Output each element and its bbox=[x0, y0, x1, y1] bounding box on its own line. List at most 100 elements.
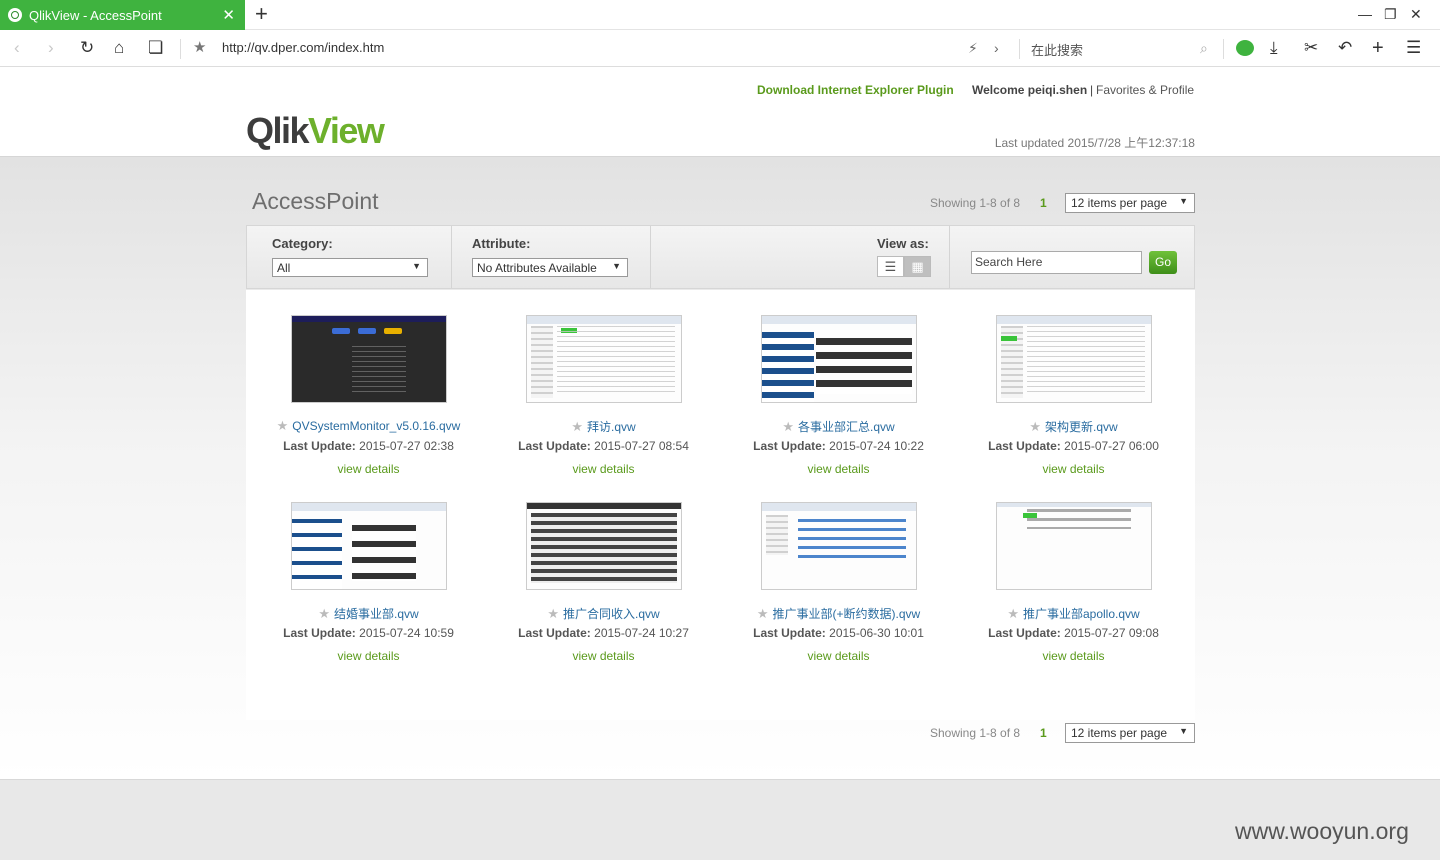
page-number[interactable]: 1 bbox=[1040, 196, 1047, 210]
document-name-link[interactable]: ★ 结婚事业部.qvw bbox=[251, 605, 486, 622]
attribute-select[interactable]: No Attributes Available ▼ bbox=[472, 258, 628, 277]
header-separator: | bbox=[1090, 83, 1094, 97]
document-tile[interactable]: ★ QVSystemMonitor_v5.0.16.qvw Last Update… bbox=[251, 290, 486, 477]
flash-icon[interactable]: ⚡ bbox=[968, 38, 978, 58]
attribute-label: Attribute: bbox=[472, 236, 531, 251]
page-footer: www.wooyun.org bbox=[0, 779, 1440, 860]
view-details-link[interactable]: view details bbox=[251, 649, 486, 663]
tab-close-icon[interactable]: ✕ bbox=[222, 6, 235, 24]
bookmark-star-icon[interactable]: ★ bbox=[193, 38, 206, 58]
view-details-link[interactable]: view details bbox=[486, 462, 721, 476]
last-update: Last Update: 2015-06-30 10:01 bbox=[753, 626, 924, 640]
document-name-link[interactable]: ★ 架构更新.qvw bbox=[956, 418, 1191, 435]
favorite-star-icon[interactable]: ★ bbox=[1029, 419, 1041, 434]
add-icon[interactable]: + bbox=[1372, 38, 1384, 58]
showing-count-bottom: Showing 1-8 of 8 bbox=[930, 726, 1021, 740]
reload-icon[interactable]: ↻ bbox=[80, 38, 94, 58]
last-update: Last Update: 2015-07-24 10:22 bbox=[753, 439, 924, 453]
favorite-star-icon[interactable]: ★ bbox=[782, 419, 794, 434]
divider bbox=[1019, 39, 1020, 59]
forward-icon[interactable]: › bbox=[48, 38, 54, 58]
watermark: www.wooyun.org bbox=[1235, 818, 1409, 844]
divider bbox=[1223, 39, 1224, 59]
view-details-link[interactable]: view details bbox=[721, 649, 956, 663]
document-name-link[interactable]: ★ 推广合同收入.qvw bbox=[486, 605, 721, 622]
chevron-right-icon[interactable]: › bbox=[994, 38, 999, 58]
document-thumbnail[interactable] bbox=[761, 502, 917, 590]
last-update: Last Update: 2015-07-27 08:54 bbox=[518, 439, 689, 453]
document-thumbnail[interactable] bbox=[291, 315, 447, 403]
back-icon[interactable]: ‹ bbox=[14, 38, 20, 58]
page-number-bottom[interactable]: 1 bbox=[1040, 726, 1047, 740]
favorite-star-icon[interactable]: ★ bbox=[277, 418, 289, 433]
favorite-star-icon[interactable]: ★ bbox=[571, 419, 583, 434]
category-select[interactable]: All ▼ bbox=[272, 258, 428, 277]
favorite-star-icon[interactable]: ★ bbox=[1007, 606, 1019, 621]
view-details-link[interactable]: view details bbox=[486, 649, 721, 663]
browser-tab-bar: QlikView - AccessPoint ✕ + — ❐ ✕ bbox=[0, 0, 1440, 30]
document-grid: ★ QVSystemMonitor_v5.0.16.qvw Last Update… bbox=[246, 290, 1195, 720]
document-tile[interactable]: ★ 推广合同收入.qvw Last Update: 2015-07-24 10:2… bbox=[486, 477, 721, 664]
go-button[interactable]: Go bbox=[1149, 251, 1177, 274]
grid-view-icon[interactable]: ▦ bbox=[904, 256, 931, 277]
address-bar[interactable]: http://qv.dper.com/index.htm bbox=[222, 40, 384, 55]
document-name-link[interactable]: ★ 推广事业部(+断约数据).qvw bbox=[721, 605, 956, 622]
chevron-down-icon: ▼ bbox=[1179, 726, 1188, 736]
new-tab-icon[interactable]: + bbox=[255, 3, 268, 25]
favorite-star-icon[interactable]: ★ bbox=[318, 606, 330, 621]
favorites-profile-link[interactable]: Favorites & Profile bbox=[1096, 83, 1194, 97]
list-view-icon[interactable]: ☰ bbox=[877, 256, 904, 277]
download-icon[interactable]: ⤓ bbox=[1270, 38, 1278, 58]
document-tile[interactable]: ★ 架构更新.qvw Last Update: 2015-07-27 06:00 … bbox=[956, 290, 1191, 477]
browser-nav-bar: ‹ › ↻ ⌂ ❏ ★ http://qv.dper.com/index.htm… bbox=[0, 30, 1440, 67]
document-name-link[interactable]: ★ 各事业部汇总.qvw bbox=[721, 418, 956, 435]
document-thumbnail[interactable] bbox=[761, 315, 917, 403]
chevron-down-icon: ▼ bbox=[1179, 196, 1188, 206]
qlikview-favicon-icon bbox=[8, 8, 22, 22]
category-label: Category: bbox=[272, 236, 333, 251]
last-updated: Last updated 2015/7/28 上午12:37:18 bbox=[994, 136, 1195, 150]
document-thumbnail[interactable] bbox=[996, 502, 1152, 590]
favorite-star-icon[interactable]: ★ bbox=[547, 606, 559, 621]
restore-icon[interactable]: ❐ bbox=[1384, 6, 1397, 23]
download-plugin-link[interactable]: Download Internet Explorer Plugin bbox=[757, 83, 954, 97]
view-details-link[interactable]: view details bbox=[721, 462, 956, 476]
page-header bbox=[0, 67, 1440, 157]
qlikview-logo: QlikView bbox=[246, 110, 385, 151]
reader-icon[interactable]: ❏ bbox=[148, 38, 163, 58]
document-tile[interactable]: ★ 各事业部汇总.qvw Last Update: 2015-07-24 10:2… bbox=[721, 290, 956, 477]
menu-icon[interactable]: ☰ bbox=[1406, 38, 1421, 58]
document-thumbnail[interactable] bbox=[526, 315, 682, 403]
wechat-icon[interactable] bbox=[1236, 40, 1254, 56]
document-name-link[interactable]: ★ QVSystemMonitor_v5.0.16.qvw bbox=[251, 418, 486, 434]
view-details-link[interactable]: view details bbox=[956, 649, 1191, 663]
view-details-link[interactable]: view details bbox=[251, 462, 486, 476]
document-tile[interactable]: ★ 推广事业部(+断约数据).qvw Last Update: 2015-06-3… bbox=[721, 477, 956, 664]
last-update: Last Update: 2015-07-24 10:59 bbox=[283, 626, 454, 640]
search-icon[interactable]: ⌕ bbox=[1200, 38, 1208, 58]
document-thumbnail[interactable] bbox=[291, 502, 447, 590]
browser-search-input[interactable]: 在此搜索 bbox=[1031, 40, 1083, 59]
browser-tab-active[interactable]: QlikView - AccessPoint ✕ bbox=[0, 0, 245, 30]
chevron-down-icon: ▼ bbox=[612, 261, 621, 271]
search-input[interactable]: Search Here bbox=[971, 251, 1142, 274]
document-thumbnail[interactable] bbox=[526, 502, 682, 590]
document-tile[interactable]: ★ 推广事业部apollo.qvw Last Update: 2015-07-27… bbox=[956, 477, 1191, 664]
window-close-icon[interactable]: ✕ bbox=[1410, 6, 1422, 23]
last-update: Last Update: 2015-07-27 09:08 bbox=[988, 626, 1159, 640]
document-thumbnail[interactable] bbox=[996, 315, 1152, 403]
document-tile[interactable]: ★ 结婚事业部.qvw Last Update: 2015-07-24 10:59… bbox=[251, 477, 486, 664]
favorite-star-icon[interactable]: ★ bbox=[757, 606, 769, 621]
view-details-link[interactable]: view details bbox=[956, 462, 1191, 476]
undo-icon[interactable]: ↶ bbox=[1338, 38, 1352, 58]
items-per-page-select-bottom[interactable]: 12 items per page ▼ bbox=[1065, 723, 1195, 743]
last-update: Last Update: 2015-07-27 02:38 bbox=[283, 439, 454, 453]
last-update: Last Update: 2015-07-24 10:27 bbox=[518, 626, 689, 640]
document-name-link[interactable]: ★ 拜访.qvw bbox=[486, 418, 721, 435]
home-icon[interactable]: ⌂ bbox=[114, 38, 124, 58]
minimize-icon[interactable]: — bbox=[1358, 6, 1372, 22]
scissors-icon[interactable]: ✂ bbox=[1304, 38, 1318, 58]
document-name-link[interactable]: ★ 推广事业部apollo.qvw bbox=[956, 605, 1191, 622]
document-tile[interactable]: ★ 拜访.qvw Last Update: 2015-07-27 08:54 vi… bbox=[486, 290, 721, 477]
items-per-page-select[interactable]: 12 items per page ▼ bbox=[1065, 193, 1195, 213]
